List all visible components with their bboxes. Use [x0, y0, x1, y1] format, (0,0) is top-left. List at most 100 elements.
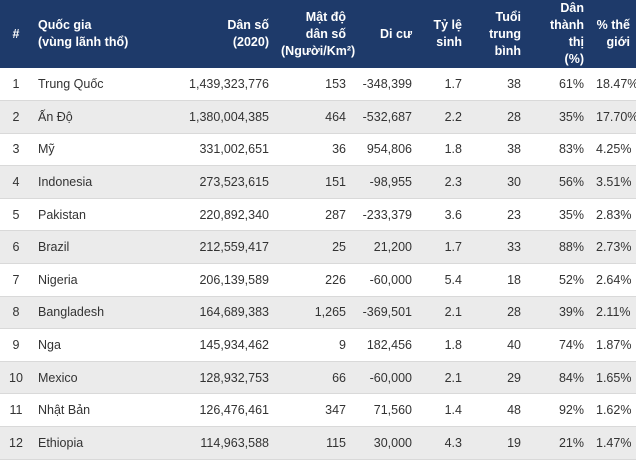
cell-country: Bangladesh — [32, 296, 144, 330]
cell-urban: 21% — [527, 426, 590, 460]
table-row: 6 Brazil 212,559,417 25 21,200 1.7 33 88… — [0, 230, 636, 265]
cell-rank: 2 — [0, 100, 32, 134]
cell-density: 287 — [275, 198, 352, 232]
cell-urban: 92% — [527, 393, 590, 428]
cell-density: 1,265 — [275, 296, 352, 330]
cell-country: Trung Quốc — [32, 68, 144, 102]
cell-country: Ethiopia — [32, 426, 144, 460]
cell-urban: 39% — [527, 296, 590, 330]
cell-fertility: 4.3 — [418, 426, 468, 460]
header-median-age-line-1: Tuổi — [495, 9, 521, 24]
header-urban-line-1: Dân — [560, 1, 584, 15]
cell-density: 347 — [275, 393, 352, 428]
cell-population: 273,523,615 — [144, 165, 275, 199]
cell-density: 9 — [275, 328, 352, 362]
cell-migration: -60,000 — [352, 361, 418, 395]
header-urban-line-3: (%) — [564, 52, 584, 66]
table-row: 5 Pakistan 220,892,340 287 -233,379 3.6 … — [0, 198, 636, 232]
cell-fertility: 2.2 — [418, 100, 468, 134]
cell-population: 114,963,588 — [144, 426, 275, 460]
cell-median-age: 48 — [468, 393, 527, 428]
table-row: 7 Nigeria 206,139,589 226 -60,000 5.4 18… — [0, 263, 636, 297]
header-migration[interactable]: Di cư — [352, 0, 418, 68]
cell-world-share: 1.47% — [590, 426, 636, 460]
cell-population: 1,439,323,776 — [144, 68, 275, 102]
cell-density: 153 — [275, 68, 352, 102]
cell-population: 145,934,462 — [144, 328, 275, 362]
header-urban-line-2: thành thị — [549, 18, 584, 49]
cell-population: 164,689,383 — [144, 296, 275, 330]
population-table: # Quốc gia (vùng lãnh thổ) Dân số (2020)… — [0, 0, 636, 460]
cell-country: Mỹ — [32, 133, 144, 167]
cell-population: 220,892,340 — [144, 198, 275, 232]
cell-migration: 30,000 — [352, 426, 418, 460]
table-row: 8 Bangladesh 164,689,383 1,265 -369,501 … — [0, 296, 636, 330]
table-row: 1 Trung Quốc 1,439,323,776 153 -348,399 … — [0, 68, 636, 102]
table-row: 4 Indonesia 273,523,615 151 -98,955 2.3 … — [0, 165, 636, 199]
cell-urban: 88% — [527, 230, 590, 265]
cell-median-age: 23 — [468, 198, 527, 232]
header-country[interactable]: Quốc gia (vùng lãnh thổ) — [32, 0, 144, 68]
cell-rank: 7 — [0, 263, 32, 297]
cell-median-age: 28 — [468, 296, 527, 330]
cell-population: 331,002,651 — [144, 133, 275, 167]
cell-migration: -233,379 — [352, 198, 418, 232]
cell-median-age: 19 — [468, 426, 527, 460]
table-body: 1 Trung Quốc 1,439,323,776 153 -348,399 … — [0, 68, 636, 460]
cell-world-share: 18.47% — [590, 68, 636, 102]
header-median-age[interactable]: Tuổi trung bình — [468, 0, 527, 68]
cell-fertility: 1.7 — [418, 230, 468, 265]
header-fertility[interactable]: Tỷ lệ sinh — [418, 0, 468, 68]
header-density-line-1: Mật độ — [305, 9, 346, 24]
cell-population: 1,380,004,385 — [144, 100, 275, 134]
cell-country: Brazil — [32, 230, 144, 265]
cell-urban: 56% — [527, 165, 590, 199]
header-world-share[interactable]: % thế giới — [590, 0, 636, 68]
header-urban[interactable]: Dân thành thị (%) — [527, 0, 590, 68]
cell-population: 126,476,461 — [144, 393, 275, 428]
cell-fertility: 2.3 — [418, 165, 468, 199]
cell-world-share: 1.62% — [590, 393, 636, 428]
cell-rank: 12 — [0, 426, 32, 460]
cell-fertility: 3.6 — [418, 198, 468, 232]
cell-median-age: 18 — [468, 263, 527, 297]
cell-median-age: 38 — [468, 133, 527, 167]
cell-country: Nga — [32, 328, 144, 362]
header-density[interactable]: Mật độ dân số (Người/Km²) — [275, 0, 355, 68]
header-rank[interactable]: # — [0, 0, 32, 68]
cell-population: 128,932,753 — [144, 361, 275, 395]
table-header-row: # Quốc gia (vùng lãnh thổ) Dân số (2020)… — [0, 0, 636, 68]
cell-median-age: 28 — [468, 100, 527, 134]
cell-migration: -532,687 — [352, 100, 418, 134]
cell-rank: 8 — [0, 296, 32, 330]
cell-density: 151 — [275, 165, 352, 199]
cell-urban: 83% — [527, 133, 590, 167]
cell-median-age: 30 — [468, 165, 527, 199]
cell-rank: 10 — [0, 361, 32, 395]
cell-country: Mexico — [32, 361, 144, 395]
cell-migration: 954,806 — [352, 133, 418, 167]
cell-world-share: 2.11% — [590, 296, 636, 330]
cell-migration: -98,955 — [352, 165, 418, 199]
cell-migration: -369,501 — [352, 296, 418, 330]
cell-fertility: 2.1 — [418, 296, 468, 330]
cell-migration: 21,200 — [352, 230, 418, 265]
cell-country: Ấn Độ — [32, 100, 144, 134]
header-density-line-2: dân số — [305, 26, 346, 41]
cell-migration: -348,399 — [352, 68, 418, 102]
cell-urban: 74% — [527, 328, 590, 362]
cell-fertility: 1.7 — [418, 68, 468, 102]
cell-country: Pakistan — [32, 198, 144, 232]
cell-urban: 84% — [527, 361, 590, 395]
table-row: 9 Nga 145,934,462 9 182,456 1.8 40 74% 1… — [0, 328, 636, 362]
header-median-age-line-2: trung — [489, 26, 521, 41]
table-row: 10 Mexico 128,932,753 66 -60,000 2.1 29 … — [0, 361, 636, 395]
header-population[interactable]: Dân số (2020) — [144, 0, 275, 68]
cell-world-share: 1.87% — [590, 328, 636, 362]
cell-median-age: 29 — [468, 361, 527, 395]
cell-urban: 52% — [527, 263, 590, 297]
cell-population: 212,559,417 — [144, 230, 275, 265]
cell-world-share: 1.65% — [590, 361, 636, 395]
cell-median-age: 40 — [468, 328, 527, 362]
cell-urban: 61% — [527, 68, 590, 102]
